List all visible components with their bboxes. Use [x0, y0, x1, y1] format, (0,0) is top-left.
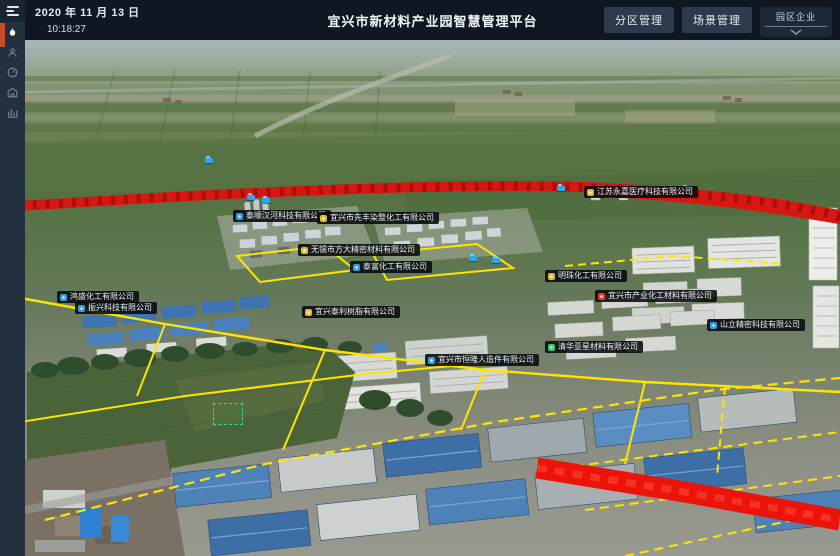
company-name: 宜兴市先丰染整化工有限公司: [330, 214, 434, 222]
company-label[interactable]: 明珠化工有限公司: [545, 270, 627, 282]
map-3d-view[interactable]: 泰顺汉河科技有限公司 宜兴市先丰染整化工有限公司 无锡市方大精密材料有限公司 泰…: [25, 40, 840, 556]
map-terrain: [25, 40, 840, 556]
header-actions: 分区管理场景管理 园区企业: [604, 7, 832, 37]
vehicle-marker[interactable]: [492, 258, 500, 263]
company-icon: [548, 344, 555, 351]
chevron-down-icon: [790, 29, 802, 35]
company-label[interactable]: 清华亚星材料有限公司: [545, 341, 643, 353]
sidebar-item-bar-chart[interactable]: [0, 105, 25, 125]
company-label[interactable]: 泰富化工有限公司: [350, 261, 432, 273]
company-name: 江苏永嘉医疗科技有限公司: [597, 188, 693, 196]
header-bar: 2020 年 11 月 13 日 10:18:27 宜兴市新材料产业园智慧管理平…: [25, 0, 840, 40]
company-name: 宜兴市恒隆人造件有限公司: [438, 356, 534, 364]
company-icon: [320, 215, 327, 222]
menu-icon[interactable]: [0, 0, 25, 22]
company-name: 泰富化工有限公司: [363, 263, 427, 271]
sidebar-items: [0, 25, 25, 125]
scene-management-button[interactable]: 场景管理: [682, 7, 752, 33]
fire-icon: [6, 26, 19, 44]
company-name: 振兴科技有限公司: [88, 304, 152, 312]
company-label[interactable]: 宜兴市产业化工材料有限公司: [595, 290, 717, 302]
park-enterprise-dropdown[interactable]: 园区企业: [760, 7, 832, 37]
company-icon: [60, 294, 67, 301]
vehicle-marker[interactable]: [262, 198, 270, 203]
gauge-icon: [6, 66, 19, 84]
sidebar-item-user[interactable]: [0, 45, 25, 65]
bar-chart-icon: [6, 106, 19, 124]
company-icon: [710, 322, 717, 329]
company-name: 宜兴市产业化工材料有限公司: [608, 292, 712, 300]
company-icon: [587, 189, 594, 196]
company-icon: [301, 247, 308, 254]
company-label[interactable]: 无锡市方大精密材料有限公司: [298, 244, 420, 256]
company-name: 明珠化工有限公司: [558, 272, 622, 280]
vehicle-marker[interactable]: [247, 195, 255, 200]
company-icon: [548, 273, 555, 280]
company-label[interactable]: 宜兴市先丰染整化工有限公司: [317, 212, 439, 224]
company-name: 山立精密科技有限公司: [720, 321, 800, 329]
sidebar-item-factory[interactable]: [0, 85, 25, 105]
zone-management-button[interactable]: 分区管理: [604, 7, 674, 33]
company-name: 宜兴泰利树脂有限公司: [315, 308, 395, 316]
selection-box: [213, 403, 243, 425]
user-icon: [6, 46, 19, 64]
sidebar: [0, 0, 25, 556]
company-name: 鸿盛化工有限公司: [70, 293, 134, 301]
company-icon: [305, 309, 312, 316]
company-icon: [598, 293, 605, 300]
company-name: 无锡市方大精密材料有限公司: [311, 246, 415, 254]
sidebar-item-gauge[interactable]: [0, 65, 25, 85]
company-label[interactable]: 宜兴市恒隆人造件有限公司: [425, 354, 539, 366]
company-icon: [236, 213, 243, 220]
company-label[interactable]: 宜兴泰利树脂有限公司: [302, 306, 400, 318]
company-icon: [78, 305, 85, 312]
dropdown-label: 园区企业: [764, 10, 828, 23]
vehicle-marker[interactable]: [557, 186, 565, 191]
company-label[interactable]: 江苏永嘉医疗科技有限公司: [584, 186, 698, 198]
divider: [765, 26, 827, 27]
sidebar-item-fire[interactable]: [0, 25, 25, 45]
factory-icon: [6, 86, 19, 104]
company-label[interactable]: 振兴科技有限公司: [75, 302, 157, 314]
vehicle-marker[interactable]: [205, 158, 213, 163]
company-name: 清华亚星材料有限公司: [558, 343, 638, 351]
company-name: 泰顺汉河科技有限公司: [246, 212, 326, 220]
vehicle-marker[interactable]: [469, 256, 477, 261]
company-icon: [428, 357, 435, 364]
datetime-block: 2020 年 11 月 13 日 10:18:27: [35, 4, 140, 35]
current-time: 10:18:27: [47, 24, 140, 35]
company-icon: [353, 264, 360, 271]
company-label[interactable]: 山立精密科技有限公司: [707, 319, 805, 331]
app-window: 2020 年 11 月 13 日 10:18:27 宜兴市新材料产业园智慧管理平…: [0, 0, 840, 556]
current-date: 2020 年 11 月 13 日: [35, 4, 140, 20]
